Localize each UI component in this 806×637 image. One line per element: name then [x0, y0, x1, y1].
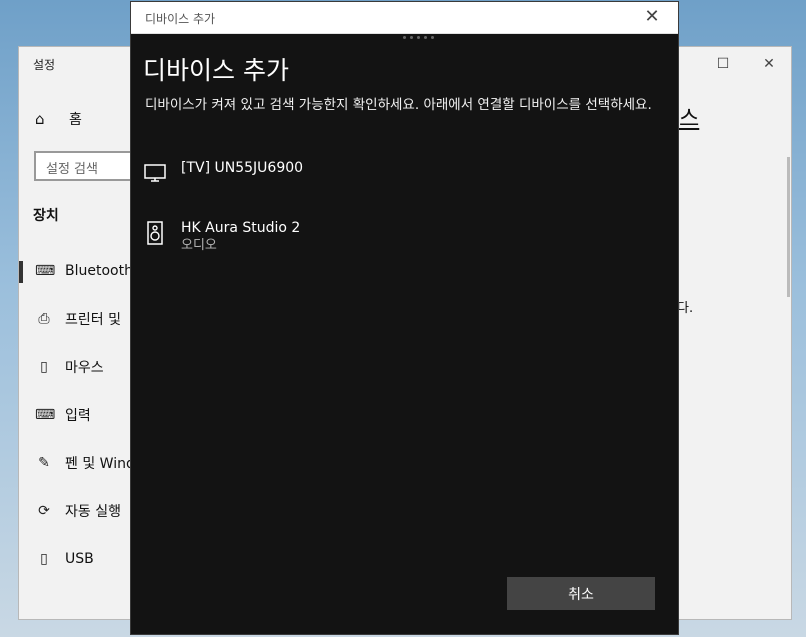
mouse-icon: ▯ [40, 359, 48, 375]
home-nav[interactable]: ⌂ 홈 [35, 109, 82, 129]
close-icon[interactable]: ✕ [640, 6, 664, 27]
sidebar-item-label: 프린터 및 [65, 312, 121, 328]
sidebar-item-label: Bluetooth [65, 263, 133, 279]
bluetooth-device-icon: ⌨ [35, 263, 56, 279]
settings-scrollbar[interactable] [787, 157, 790, 297]
page-text-fragment: 다. [677, 301, 694, 316]
device-name: [TV] UN55JU6900 [181, 160, 304, 176]
autoplay-icon: ⟳ [38, 503, 50, 519]
section-title: 장치 [33, 208, 59, 224]
maximize-button[interactable]: ☐ [705, 51, 741, 77]
tv-icon [144, 164, 166, 182]
home-label: 홈 [69, 112, 82, 128]
device-name: HK Aura Studio 2 [181, 220, 301, 236]
sidebar-item-label: 자동 실행 [65, 504, 121, 520]
sidebar-item-label: 입력 [65, 408, 91, 424]
device-item-speaker[interactable]: HK Aura Studio 2 오디오 [143, 219, 300, 255]
pen-icon: ✎ [38, 455, 50, 471]
speaker-icon [147, 221, 163, 245]
cancel-button[interactable]: 취소 [507, 577, 655, 610]
device-type: 오디오 [181, 238, 217, 253]
device-item-tv[interactable]: [TV] UN55JU6900 [143, 159, 303, 185]
settings-window-title: 설정 [33, 58, 56, 72]
page-heading-fragment: 스 [679, 107, 700, 132]
dialog-description: 디바이스가 켜져 있고 검색 가능한지 확인하세요. 아래에서 연결할 디바이스… [145, 97, 652, 113]
dialog-heading: 디바이스 추가 [143, 56, 289, 85]
sidebar-item-label: 펜 및 Wind [65, 456, 135, 472]
dialog-titlebar: 디바이스 추가 ✕ [131, 2, 678, 34]
dialog-window-title: 디바이스 추가 [145, 12, 216, 26]
drag-handle[interactable] [403, 36, 434, 39]
add-device-dialog: 디바이스 추가 ✕ 디바이스 추가 디바이스가 켜져 있고 검색 가능한지 확인… [130, 1, 679, 635]
sidebar-item-label: USB [65, 551, 94, 567]
usb-icon: ▯ [40, 551, 48, 567]
sidebar-item-label: 마우스 [65, 360, 104, 376]
close-settings-button[interactable]: ✕ [751, 51, 787, 77]
home-icon: ⌂ [35, 110, 45, 128]
printer-icon: ⎙ [38, 311, 50, 327]
keyboard-icon: ⌨ [35, 407, 56, 423]
